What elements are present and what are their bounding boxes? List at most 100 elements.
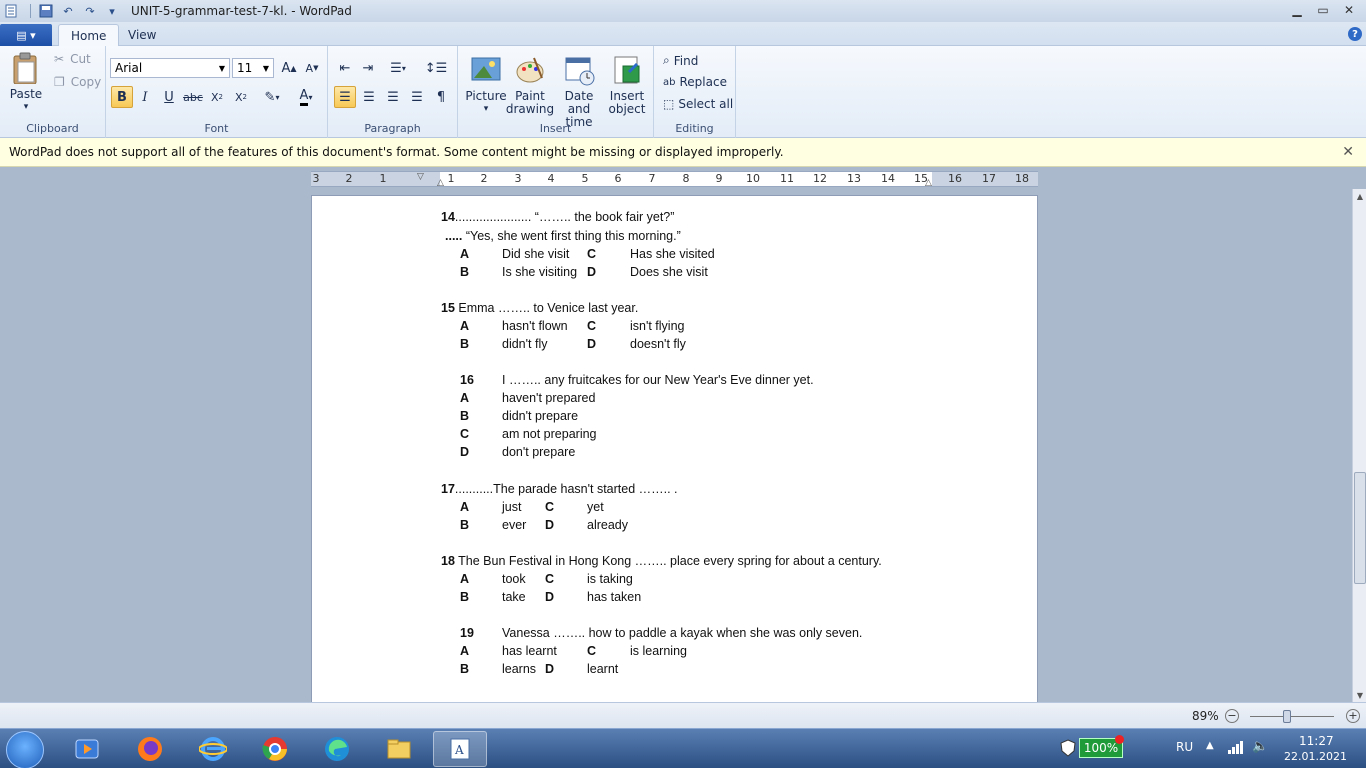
wordpad-taskbar-icon[interactable]: A (433, 731, 487, 767)
clock-time[interactable]: 11:27 (1299, 734, 1334, 748)
zoom-in-button[interactable]: + (1346, 709, 1360, 723)
option-key: D (545, 662, 555, 676)
security-shield-icon[interactable] (1060, 739, 1076, 757)
cut-button[interactable]: ✂ Cut (54, 52, 91, 66)
bold-button[interactable]: B (111, 86, 133, 108)
underline-button[interactable]: U (158, 86, 180, 108)
redo-icon[interactable]: ↷ (81, 2, 99, 20)
bullets-button[interactable]: ☰ ▾ (382, 57, 414, 79)
status-bar: 89% − + (0, 702, 1366, 728)
align-center-icon: ☰ (363, 89, 375, 105)
zoom-slider-thumb[interactable] (1283, 710, 1291, 723)
strikethrough-button[interactable]: abc (182, 86, 204, 108)
tab-home[interactable]: Home (58, 24, 120, 47)
paint-drawing-button[interactable]: Paint drawing (506, 54, 554, 116)
option-text: doesn't fly (630, 337, 686, 351)
question-19-number: 19 (460, 626, 474, 640)
infobar-message: WordPad does not support all of the feat… (9, 145, 784, 159)
undo-icon[interactable]: ↶ (59, 2, 77, 20)
close-icon[interactable]: ✕ (1342, 144, 1354, 160)
option-text: yet (587, 500, 604, 514)
paint-palette-icon (516, 57, 544, 83)
replace-button[interactable]: ab Replace (663, 75, 727, 89)
option-key: B (460, 518, 470, 532)
save-icon[interactable] (37, 2, 55, 20)
clock-date[interactable]: 22.01.2021 (1284, 750, 1347, 763)
minimize-button[interactable]: ▁ (1284, 0, 1310, 20)
zoom-out-button[interactable]: − (1225, 709, 1239, 723)
show-hidden-icons[interactable]: ▲ (1206, 740, 1214, 751)
align-left-icon: ☰ (339, 89, 351, 105)
document-area[interactable]: 14...................... “…….. the book … (0, 189, 1352, 702)
document-page[interactable]: 14...................... “…….. the book … (311, 195, 1038, 702)
vertical-scrollbar[interactable]: ▲ ▼ (1352, 189, 1366, 702)
scroll-up-icon[interactable]: ▲ (1353, 189, 1366, 203)
option-text: ever (502, 518, 527, 532)
question-18: 18 The Bun Festival in Hong Kong …….. pl… (441, 554, 882, 568)
file-explorer-icon[interactable] (372, 731, 426, 767)
close-button[interactable]: ✕ (1336, 0, 1362, 20)
justify-button[interactable]: ☰ (406, 86, 428, 108)
picture-button[interactable]: Picture ▾ (465, 54, 507, 116)
maximize-button[interactable]: ▭ (1310, 0, 1336, 20)
font-size-select[interactable]: 11 ▼ (232, 58, 274, 78)
question-15: 15 Emma …….. to Venice last year. (441, 301, 639, 315)
option-key: C (545, 500, 555, 514)
grow-font-button[interactable]: A ▲ (278, 57, 300, 79)
align-left-button[interactable]: ☰ (334, 86, 356, 108)
highlighter-icon: ✎ (264, 89, 276, 105)
scroll-down-icon[interactable]: ▼ (1353, 688, 1366, 702)
option-key: A (460, 500, 470, 514)
date-time-button[interactable]: Date and time (554, 54, 604, 129)
text-color-button[interactable]: A ▾ (290, 86, 322, 108)
volume-icon[interactable]: 🔈 (1252, 739, 1268, 754)
font-color-icon: A (299, 88, 309, 106)
superscript-button[interactable]: X2 (230, 86, 252, 108)
edge-icon[interactable] (310, 731, 364, 767)
copy-button[interactable]: ❐ Copy (54, 75, 101, 89)
ruler-label: 12 (813, 172, 827, 185)
increase-indent-button[interactable]: ⇥ (357, 57, 379, 79)
chrome-icon[interactable] (248, 731, 302, 767)
ruler-label: 7 (648, 172, 656, 185)
start-button[interactable] (6, 731, 44, 768)
scrollbar-thumb[interactable] (1354, 472, 1366, 584)
language-indicator[interactable]: RU (1176, 740, 1193, 754)
highlight-button[interactable]: ✎ ▾ (256, 86, 288, 108)
object-icon (614, 56, 640, 84)
taskbar: A 100% RU ▲ 🔈 11:27 22.01.2021 (0, 728, 1366, 768)
decrease-indent-button[interactable]: ⇤ (334, 57, 356, 79)
insert-object-button[interactable]: Insert object (606, 54, 648, 116)
find-button[interactable]: ⌕ Find (663, 53, 698, 68)
subscript-button[interactable]: X2 (206, 86, 228, 108)
paste-button[interactable]: Paste ▾ (8, 52, 44, 114)
media-player-icon[interactable] (60, 731, 114, 767)
first-line-indent-marker[interactable]: ▽ (417, 172, 424, 182)
paragraph-dialog-button[interactable]: ¶ (430, 86, 452, 108)
firefox-icon[interactable] (123, 731, 177, 767)
font-family-select[interactable]: Arial ▼ (110, 58, 230, 78)
app-menu-button[interactable]: ▤ ▾ (0, 24, 52, 46)
left-indent-marker[interactable]: △ (437, 178, 444, 188)
picture-icon (471, 57, 501, 81)
option-text: already (587, 518, 628, 532)
internet-explorer-icon[interactable] (186, 731, 240, 767)
svg-text:A: A (454, 743, 464, 757)
select-all-button[interactable]: ⬚ Select all (663, 97, 733, 111)
insert-group: Picture ▾ Paint drawing Date and time In… (458, 46, 654, 138)
italic-button[interactable]: I (134, 86, 156, 108)
right-indent-marker[interactable]: △ (925, 178, 932, 188)
network-signal-icon[interactable] (1228, 740, 1244, 757)
help-icon[interactable]: ? (1348, 27, 1362, 41)
align-center-button[interactable]: ☰ (358, 86, 380, 108)
line-spacing-button[interactable]: ↕☰ (420, 57, 452, 79)
customize-toolbar-icon[interactable]: ▾ (103, 2, 121, 20)
tab-view[interactable]: View (116, 24, 168, 47)
align-right-button[interactable]: ☰ (382, 86, 404, 108)
shrink-font-button[interactable]: A ▼ (301, 57, 323, 79)
ruler[interactable]: 3 2 1 1 2 3 4 5 6 7 8 9 10 11 12 13 14 1… (311, 171, 1038, 188)
zoom-slider-track[interactable] (1250, 716, 1334, 717)
app-icon[interactable] (2, 2, 20, 20)
option-key: C (587, 644, 597, 658)
option-key: D (587, 337, 597, 351)
